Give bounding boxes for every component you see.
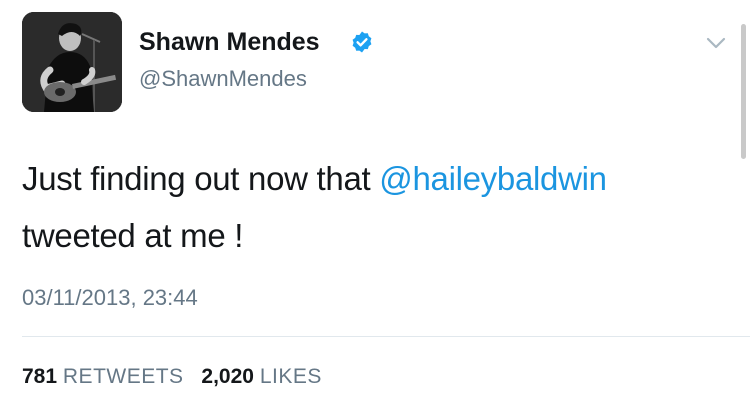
verified-badge-icon <box>352 31 372 53</box>
avatar[interactable] <box>22 12 122 112</box>
scrollbar[interactable] <box>741 24 746 159</box>
likes-count: 2,020 <box>201 365 254 388</box>
tweet-text: Just finding out now that @haileybaldwin… <box>22 150 722 264</box>
profile-photo-icon <box>22 12 122 112</box>
tweet-text-after: tweeted at me ! <box>22 217 244 254</box>
likes-label: LIKES <box>259 365 322 388</box>
tweet-card: Shawn Mendes @ShawnMendes Just finding o… <box>0 0 750 404</box>
tweet-timestamp[interactable]: 03/11/2013, 23:44 <box>22 285 198 311</box>
divider <box>22 336 750 337</box>
tweet-text-before: Just finding out now that <box>22 160 380 197</box>
tweet-stats: 781 RETWEETS 2,020 LIKES <box>22 365 334 389</box>
user-handle[interactable]: @ShawnMendes <box>139 66 307 92</box>
chevron-down-icon[interactable] <box>704 34 728 52</box>
retweets-label: RETWEETS <box>62 365 184 388</box>
likes-stat[interactable]: 2,020 LIKES <box>201 365 321 388</box>
retweets-count: 781 <box>22 365 58 388</box>
retweets-stat[interactable]: 781 RETWEETS <box>22 365 184 388</box>
display-name[interactable]: Shawn Mendes <box>139 28 320 57</box>
mention-link[interactable]: @haileybaldwin <box>379 160 607 197</box>
